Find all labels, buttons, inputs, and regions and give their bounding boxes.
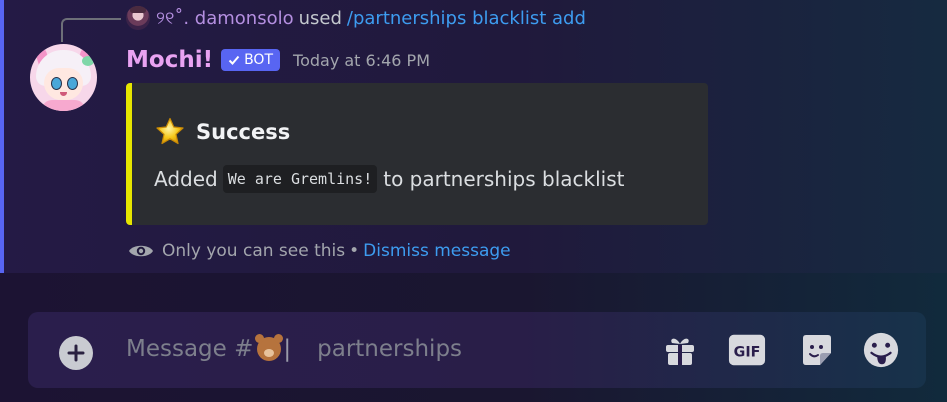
message-area: ୨୧˚. damonsolo used /partnerships blackl… xyxy=(0,0,947,273)
success-embed: Success Added We are Gremlins! to partne… xyxy=(126,83,708,225)
add-attachment-icon xyxy=(67,344,85,362)
eye-icon xyxy=(129,245,153,257)
emoji-icon xyxy=(863,332,899,368)
separator-dot: • xyxy=(349,241,360,261)
reply-used-text: used xyxy=(298,7,342,29)
embed-title-text: Success xyxy=(196,120,291,144)
sticker-button[interactable] xyxy=(798,331,836,369)
embed-title: Success xyxy=(154,116,290,148)
bot-avatar[interactable] xyxy=(30,44,97,111)
gift-button[interactable] xyxy=(661,331,699,369)
message-composer[interactable]: Message # | partnerships GIF xyxy=(28,312,926,388)
svg-text:GIF: GIF xyxy=(734,345,761,361)
emoji-button[interactable] xyxy=(862,331,900,369)
bot-tag-label: BOT xyxy=(244,52,274,68)
command-reply-line[interactable]: ୨୧˚. damonsolo used /partnerships blackl… xyxy=(126,6,586,30)
placeholder-prefix: Message # xyxy=(126,336,254,362)
add-attachment-button[interactable] xyxy=(59,336,93,370)
inline-code: We are Gremlins! xyxy=(222,165,378,193)
gift-icon xyxy=(666,338,694,365)
ephemeral-note-text: Only you can see this xyxy=(162,241,346,261)
gif-icon: GIF xyxy=(728,334,766,366)
reply-username[interactable]: ୨୧˚. damonsolo xyxy=(156,8,294,29)
message-header: Mochi! BOT Today at 6:46 PM xyxy=(126,44,430,76)
bot-tag: BOT xyxy=(221,49,281,71)
bear-emoji-icon xyxy=(255,334,282,361)
reply-connector xyxy=(61,18,121,42)
ephemeral-highlight-bar xyxy=(0,0,4,273)
desc-text-before: Added xyxy=(154,167,218,191)
message-timestamp[interactable]: Today at 6:46 PM xyxy=(293,51,430,70)
message-input[interactable]: Message # | partnerships xyxy=(126,334,463,362)
embed-description: Added We are Gremlins! to partnerships b… xyxy=(154,165,624,193)
star-icon xyxy=(156,117,184,145)
dismiss-message-link[interactable]: Dismiss message xyxy=(363,241,510,261)
desc-text-after: to partnerships blacklist xyxy=(383,167,625,191)
placeholder-channel: partnerships xyxy=(317,336,463,362)
gif-button[interactable]: GIF xyxy=(728,331,766,369)
bot-username[interactable]: Mochi! xyxy=(126,47,213,73)
verified-check-icon xyxy=(228,55,240,65)
ephemeral-note: Only you can see this • Dismiss message xyxy=(128,241,511,261)
text-cursor: | xyxy=(283,336,292,362)
reply-user-avatar[interactable] xyxy=(126,6,150,30)
reply-command[interactable]: /partnerships blacklist add xyxy=(347,8,586,29)
sticker-icon xyxy=(803,335,831,365)
